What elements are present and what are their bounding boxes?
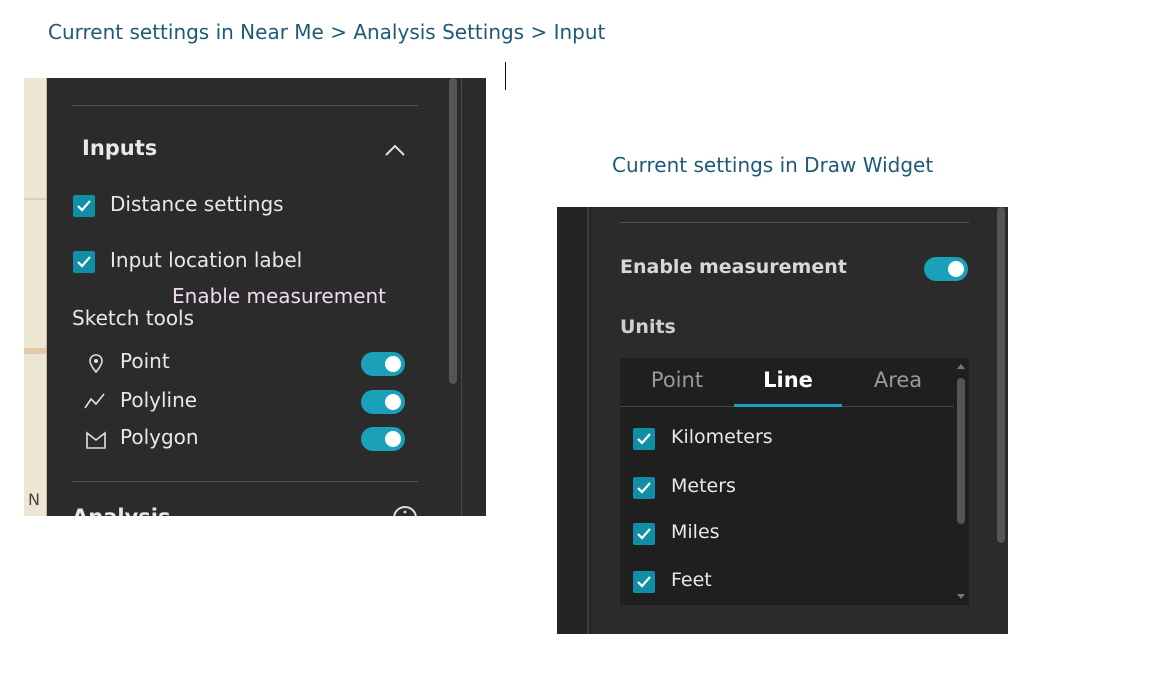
enable-measurement-label: Enable measurement (620, 256, 847, 278)
active-tab-indicator (734, 404, 842, 407)
polyline-icon (84, 393, 105, 409)
point-toggle[interactable] (361, 352, 405, 376)
unit-meters-label: Meters (671, 475, 736, 497)
scroll-up-arrow[interactable] (957, 364, 965, 369)
units-title: Units (620, 316, 676, 338)
meters-checkbox[interactable] (633, 477, 655, 499)
tab-area[interactable]: Area (842, 358, 954, 406)
panel-border (461, 78, 462, 516)
feet-checkbox[interactable] (633, 571, 655, 593)
tab-line[interactable]: Line (734, 358, 842, 406)
chevron-up-icon[interactable] (383, 142, 407, 158)
sketch-tools-title: Sketch tools (72, 306, 195, 330)
section-divider (72, 481, 418, 482)
near-me-settings-panel: N Inputs Distance settings Input locatio… (24, 78, 486, 516)
miles-checkbox[interactable] (633, 523, 655, 545)
map-road (24, 198, 46, 200)
map-road (24, 348, 46, 354)
input-location-label-checkbox[interactable] (73, 251, 95, 273)
scroll-down-arrow[interactable] (957, 594, 965, 599)
kilometers-checkbox[interactable] (633, 428, 655, 450)
enable-measurement-annotation: Enable measurement (172, 284, 387, 308)
unit-miles-label: Miles (671, 521, 720, 543)
polygon-toggle[interactable] (361, 427, 405, 451)
units-selector: Point Line Area Kilometers Meters Miles … (620, 358, 969, 605)
tool-point-label: Point (120, 349, 170, 373)
panel-scrollbar[interactable] (449, 78, 457, 384)
tab-point[interactable]: Point (620, 358, 734, 406)
info-icon[interactable] (392, 505, 418, 516)
unit-feet-label: Feet (671, 569, 712, 591)
panel-scrollbar[interactable] (997, 207, 1005, 543)
analysis-section-title[interactable]: Analysis (72, 505, 170, 516)
section-divider (72, 105, 418, 106)
draw-widget-settings-panel: Enable measurement Units Point Line Area… (557, 207, 1008, 634)
inputs-section-title[interactable]: Inputs (82, 136, 157, 160)
units-scrollbar[interactable] (957, 378, 965, 524)
near-me-caption: Current settings in Near Me > Analysis S… (48, 20, 606, 44)
map-pin-icon (89, 354, 103, 374)
panel-rail (557, 207, 591, 634)
polygon-icon (86, 431, 106, 449)
distance-settings-checkbox[interactable] (73, 195, 95, 217)
tool-polyline-label: Polyline (120, 388, 198, 412)
map-background: N (24, 78, 47, 516)
map-label: N (28, 490, 40, 509)
section-divider (620, 222, 969, 223)
distance-settings-label: Distance settings (110, 192, 284, 216)
polyline-toggle[interactable] (361, 390, 405, 414)
tool-polygon-label: Polygon (120, 425, 199, 449)
input-location-label-text: Input location label (110, 248, 303, 272)
text-cursor (505, 62, 506, 90)
enable-measurement-toggle[interactable] (924, 257, 968, 281)
unit-kilometers-label: Kilometers (671, 426, 773, 448)
draw-widget-caption: Current settings in Draw Widget (612, 153, 934, 177)
